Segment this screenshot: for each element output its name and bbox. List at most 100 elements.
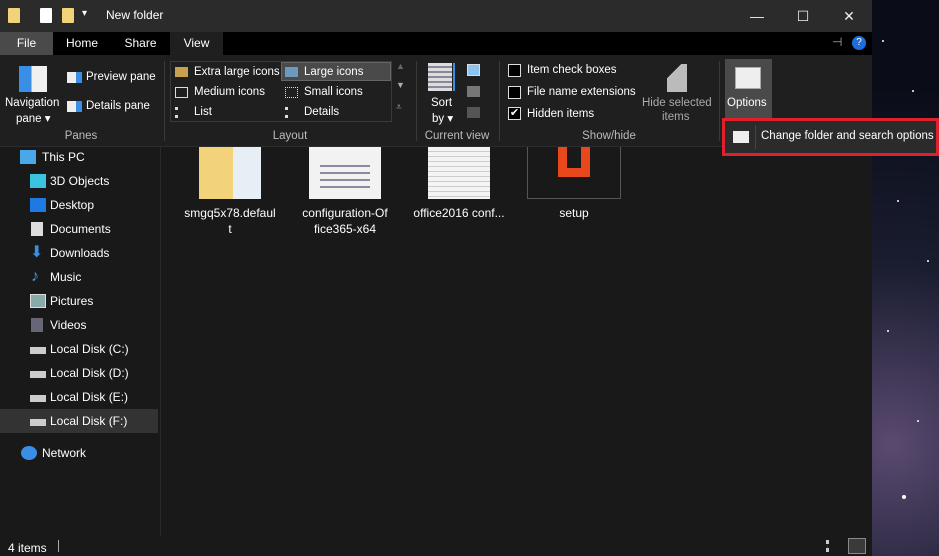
nav-label: 3D Objects [50,174,110,188]
group-by-icon[interactable] [467,64,480,76]
drive-icon [30,395,46,402]
size-columns-icon[interactable] [467,107,480,118]
file-name-line2: fice365-x64 [313,222,377,236]
hidden-items-checkbox[interactable]: ✔ [508,107,521,120]
tab-file[interactable]: File [0,32,53,55]
sort-arrow-icon [453,63,455,91]
nav-videos[interactable]: Videos [0,313,158,337]
options-button[interactable]: Options [725,59,772,119]
desktop-icon [30,198,46,212]
nav-label: This PC [42,150,85,164]
layout-medium-icons[interactable]: Medium icons [194,86,265,98]
desktop-background [872,0,939,556]
properties-icon[interactable] [40,8,52,23]
layout-small-icons[interactable]: Small icons [304,86,363,98]
item-count: 4 items [8,541,47,555]
status-divider [58,540,59,552]
nav-documents[interactable]: Documents [0,217,158,241]
pane-divider[interactable] [160,147,161,536]
music-note-icon: ♪ [31,268,39,285]
nav-downloads[interactable]: ⬇ Downloads [0,241,158,265]
file-name: smgq5x78.defaul [184,206,276,220]
layout-large-icons[interactable]: Large icons [304,66,363,78]
layout-details[interactable]: Details [304,106,339,118]
videos-icon [31,318,43,332]
customize-toolbar-icon[interactable]: ▾ [82,8,87,19]
file-name-extensions-label[interactable]: File name extensions [527,86,636,98]
item-check-boxes-label[interactable]: Item check boxes [527,64,616,76]
nav-local-disk-e[interactable]: Local Disk (E:) [0,385,158,409]
nav-local-disk-f[interactable]: Local Disk (F:) [0,409,158,433]
change-folder-options-menu-item[interactable]: Change folder and search options [725,121,936,153]
panes-group-label: Panes [64,130,98,142]
nav-label: Local Disk (F:) [50,414,128,428]
gallery-scroll-down[interactable]: ▼ [396,80,405,90]
gallery-scroll-up[interactable]: ▲ [396,61,405,71]
nav-label: Local Disk (D:) [50,366,129,380]
file-item[interactable]: office2016 conf... [409,147,509,221]
minimize-button[interactable]: — [734,0,780,32]
nav-label: Videos [50,318,87,332]
file-item[interactable]: configuration-Of fice365-x64 [295,147,395,237]
hide-selected-button[interactable]: Hide selected [642,97,712,109]
title-bar: ▾ New folder — ☐ ✕ [0,0,872,32]
nav-label: Desktop [50,198,95,212]
folder-icon [8,8,20,23]
nav-label: Music [50,270,82,284]
nav-local-disk-c[interactable]: Local Disk (C:) [0,337,158,361]
navigation-pane-label: Navigation [5,97,60,109]
file-name-line2: t [228,222,232,236]
gallery-expand[interactable]: ⩡ [396,102,402,113]
nav-this-pc[interactable]: This PC [0,145,158,169]
network-icon [21,446,37,460]
hidden-items-label[interactable]: Hidden items [527,108,594,120]
tab-share[interactable]: Share [111,32,170,55]
layout-list[interactable]: List [194,106,212,118]
help-icon[interactable]: ? [852,36,866,50]
layout-extra-large-icons[interactable]: Extra large icons [194,66,280,78]
pictures-icon [30,294,46,308]
pin-ribbon-icon[interactable]: ⊣ [832,35,842,49]
hide-selected-icon [667,64,687,92]
close-button[interactable]: ✕ [826,0,872,32]
nav-desktop[interactable]: Desktop [0,193,158,217]
nav-pictures[interactable]: Pictures [0,289,158,313]
nav-local-disk-d[interactable]: Local Disk (D:) [0,361,158,385]
text-file-icon [428,147,490,199]
folder-icon [199,147,261,199]
new-folder-icon[interactable] [62,8,74,23]
file-explorer-window: ▾ New folder — ☐ ✕ File Home Share View … [0,0,872,556]
menu-item-label: Change folder and search options [761,130,934,142]
navigation-pane: This PC 3D Objects Desktop Documents ⬇ Do… [0,147,160,536]
sort-by-label2: by ▾ [432,113,454,125]
tab-home[interactable]: Home [53,32,111,55]
nav-network[interactable]: Network [0,441,158,465]
nav-3d-objects[interactable]: 3D Objects [0,169,158,193]
maximize-button[interactable]: ☐ [780,0,826,32]
tab-view[interactable]: View [170,32,223,55]
preview-pane-button[interactable]: Preview pane [86,71,156,83]
status-bar: 4 items [0,536,872,556]
details-pane-button[interactable]: Details pane [86,100,150,112]
details-view-icon[interactable] [826,540,840,552]
nav-music[interactable]: ♪ Music [0,265,158,289]
download-arrow-icon: ⬇ [30,244,44,261]
large-icons-icon [285,67,298,77]
file-item[interactable]: smgq5x78.defaul t [180,147,280,237]
add-columns-icon[interactable] [467,86,480,97]
window-title: New folder [106,8,164,22]
large-icons-view-icon[interactable] [848,538,866,554]
file-name-extensions-checkbox[interactable] [508,86,521,99]
drive-icon [30,371,46,378]
drive-icon [30,419,46,426]
item-check-boxes-checkbox[interactable] [508,64,521,77]
drive-icon [30,347,46,354]
menu-divider [755,125,756,149]
details-pane-icon [67,101,82,112]
preview-pane-icon [67,72,82,83]
file-name: office2016 conf... [413,206,505,220]
navigation-pane-label2: pane ▾ [16,113,51,125]
file-item[interactable]: setup [524,147,624,221]
nav-label: Local Disk (C:) [50,342,129,356]
sort-by-button[interactable]: Sort [431,97,452,109]
